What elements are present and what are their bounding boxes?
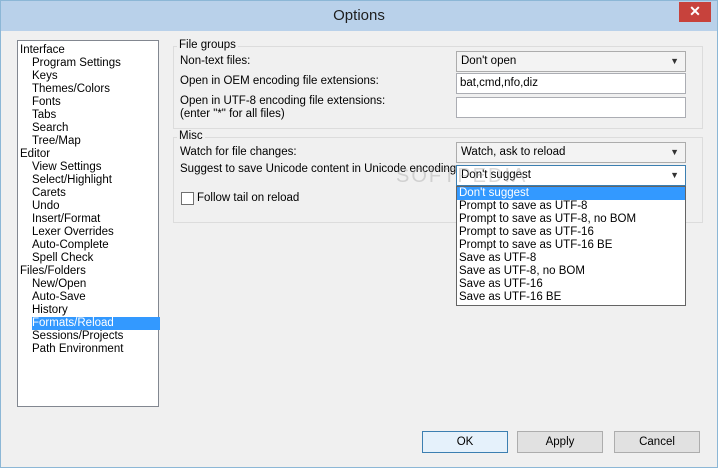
- options-window: Options ✕ Interface Program Settings Keys T…: [0, 0, 718, 468]
- utf8-label: Open in UTF-8 encoding file extensions:: [180, 95, 386, 107]
- chevron-down-icon: ▼: [670, 147, 679, 157]
- tree-item[interactable]: Files/Folders: [20, 265, 88, 278]
- tree-item[interactable]: Path Environment: [32, 343, 160, 356]
- tree-item[interactable]: New/Open: [32, 278, 160, 291]
- tree-item[interactable]: Carets: [32, 187, 160, 200]
- nontext-select[interactable]: Don't open ▼: [456, 51, 686, 72]
- watch-value: Watch, ask to reload: [461, 146, 566, 158]
- dialog-body: Interface Program Settings Keys Themes/Colo…: [8, 31, 710, 461]
- tree-item[interactable]: Tree/Map: [32, 135, 160, 148]
- file-groups-title: File groups: [177, 39, 238, 51]
- tree-item[interactable]: Editor: [20, 148, 52, 161]
- tree-item[interactable]: Insert/Format: [32, 213, 160, 226]
- tree-item[interactable]: Interface: [20, 44, 67, 57]
- tree-item[interactable]: Fonts: [32, 96, 160, 109]
- title-bar[interactable]: Options ✕: [1, 1, 717, 31]
- tree-item[interactable]: Themes/Colors: [32, 83, 160, 96]
- window-title: Options: [333, 7, 385, 24]
- tree-item[interactable]: Lexer Overrides: [32, 226, 160, 239]
- dropdown-option[interactable]: Save as UTF-8: [457, 252, 685, 265]
- dropdown-option[interactable]: Save as UTF-8, no BOM: [457, 265, 685, 278]
- follow-tail-label[interactable]: Follow tail on reload: [197, 192, 299, 205]
- tree-item[interactable]: Tabs: [32, 109, 160, 122]
- tree-item[interactable]: Undo: [32, 200, 160, 213]
- dropdown-option[interactable]: Prompt to save as UTF-16: [457, 226, 685, 239]
- oem-label: Open in OEM encoding file extensions:: [180, 75, 379, 87]
- dropdown-option[interactable]: Save as UTF-16 BE: [457, 291, 685, 304]
- dropdown-option[interactable]: Don't suggest: [457, 187, 685, 200]
- tree-item[interactable]: Sessions/Projects: [32, 330, 160, 343]
- tree-item[interactable]: Auto-Complete: [32, 239, 160, 252]
- tree-item[interactable]: Select/Highlight: [32, 174, 160, 187]
- tree-item[interactable]: Keys: [32, 70, 160, 83]
- dropdown-option[interactable]: Prompt to save as UTF-8: [457, 200, 685, 213]
- ok-button[interactable]: OK: [422, 431, 508, 453]
- oem-extensions-input[interactable]: bat,cmd,nfo,diz: [456, 73, 686, 94]
- utf8-label-hint: (enter "*" for all files): [180, 108, 285, 120]
- softpedia-watermark: SOFTPEDIA: [396, 165, 528, 187]
- watch-select[interactable]: Watch, ask to reload ▼: [456, 142, 686, 163]
- chevron-down-icon: ▼: [670, 56, 679, 66]
- utf8-extensions-input[interactable]: [456, 97, 686, 118]
- misc-title: Misc: [177, 130, 205, 142]
- follow-tail-checkbox[interactable]: [181, 192, 194, 205]
- nontext-label: Non-text files:: [180, 55, 251, 67]
- tree-item[interactable]: Program Settings: [32, 57, 160, 70]
- tree-item[interactable]: Search: [32, 122, 160, 135]
- close-button[interactable]: ✕: [679, 2, 711, 22]
- dropdown-option[interactable]: Prompt to save as UTF-8, no BOM: [457, 213, 685, 226]
- apply-button[interactable]: Apply: [517, 431, 603, 453]
- close-icon: ✕: [689, 3, 701, 19]
- dropdown-option[interactable]: Save as UTF-16: [457, 278, 685, 291]
- dropdown-option[interactable]: Prompt to save as UTF-16 BE: [457, 239, 685, 252]
- tree-item[interactable]: View Settings: [32, 161, 160, 174]
- options-tree[interactable]: Interface Program Settings Keys Themes/Colo…: [17, 40, 160, 407]
- cancel-button[interactable]: Cancel: [614, 431, 700, 453]
- tree-item[interactable]: Formats/Reload: [32, 317, 160, 330]
- nontext-value: Don't open: [461, 55, 517, 67]
- watch-label: Watch for file changes:: [180, 146, 297, 158]
- tree-item[interactable]: History: [32, 304, 160, 317]
- chevron-down-icon: ▼: [670, 170, 679, 180]
- tree-item[interactable]: Spell Check: [32, 252, 160, 265]
- tree-item[interactable]: Auto-Save: [32, 291, 160, 304]
- suggest-dropdown-list[interactable]: Don't suggest Prompt to save as UTF-8 Prom…: [456, 186, 686, 306]
